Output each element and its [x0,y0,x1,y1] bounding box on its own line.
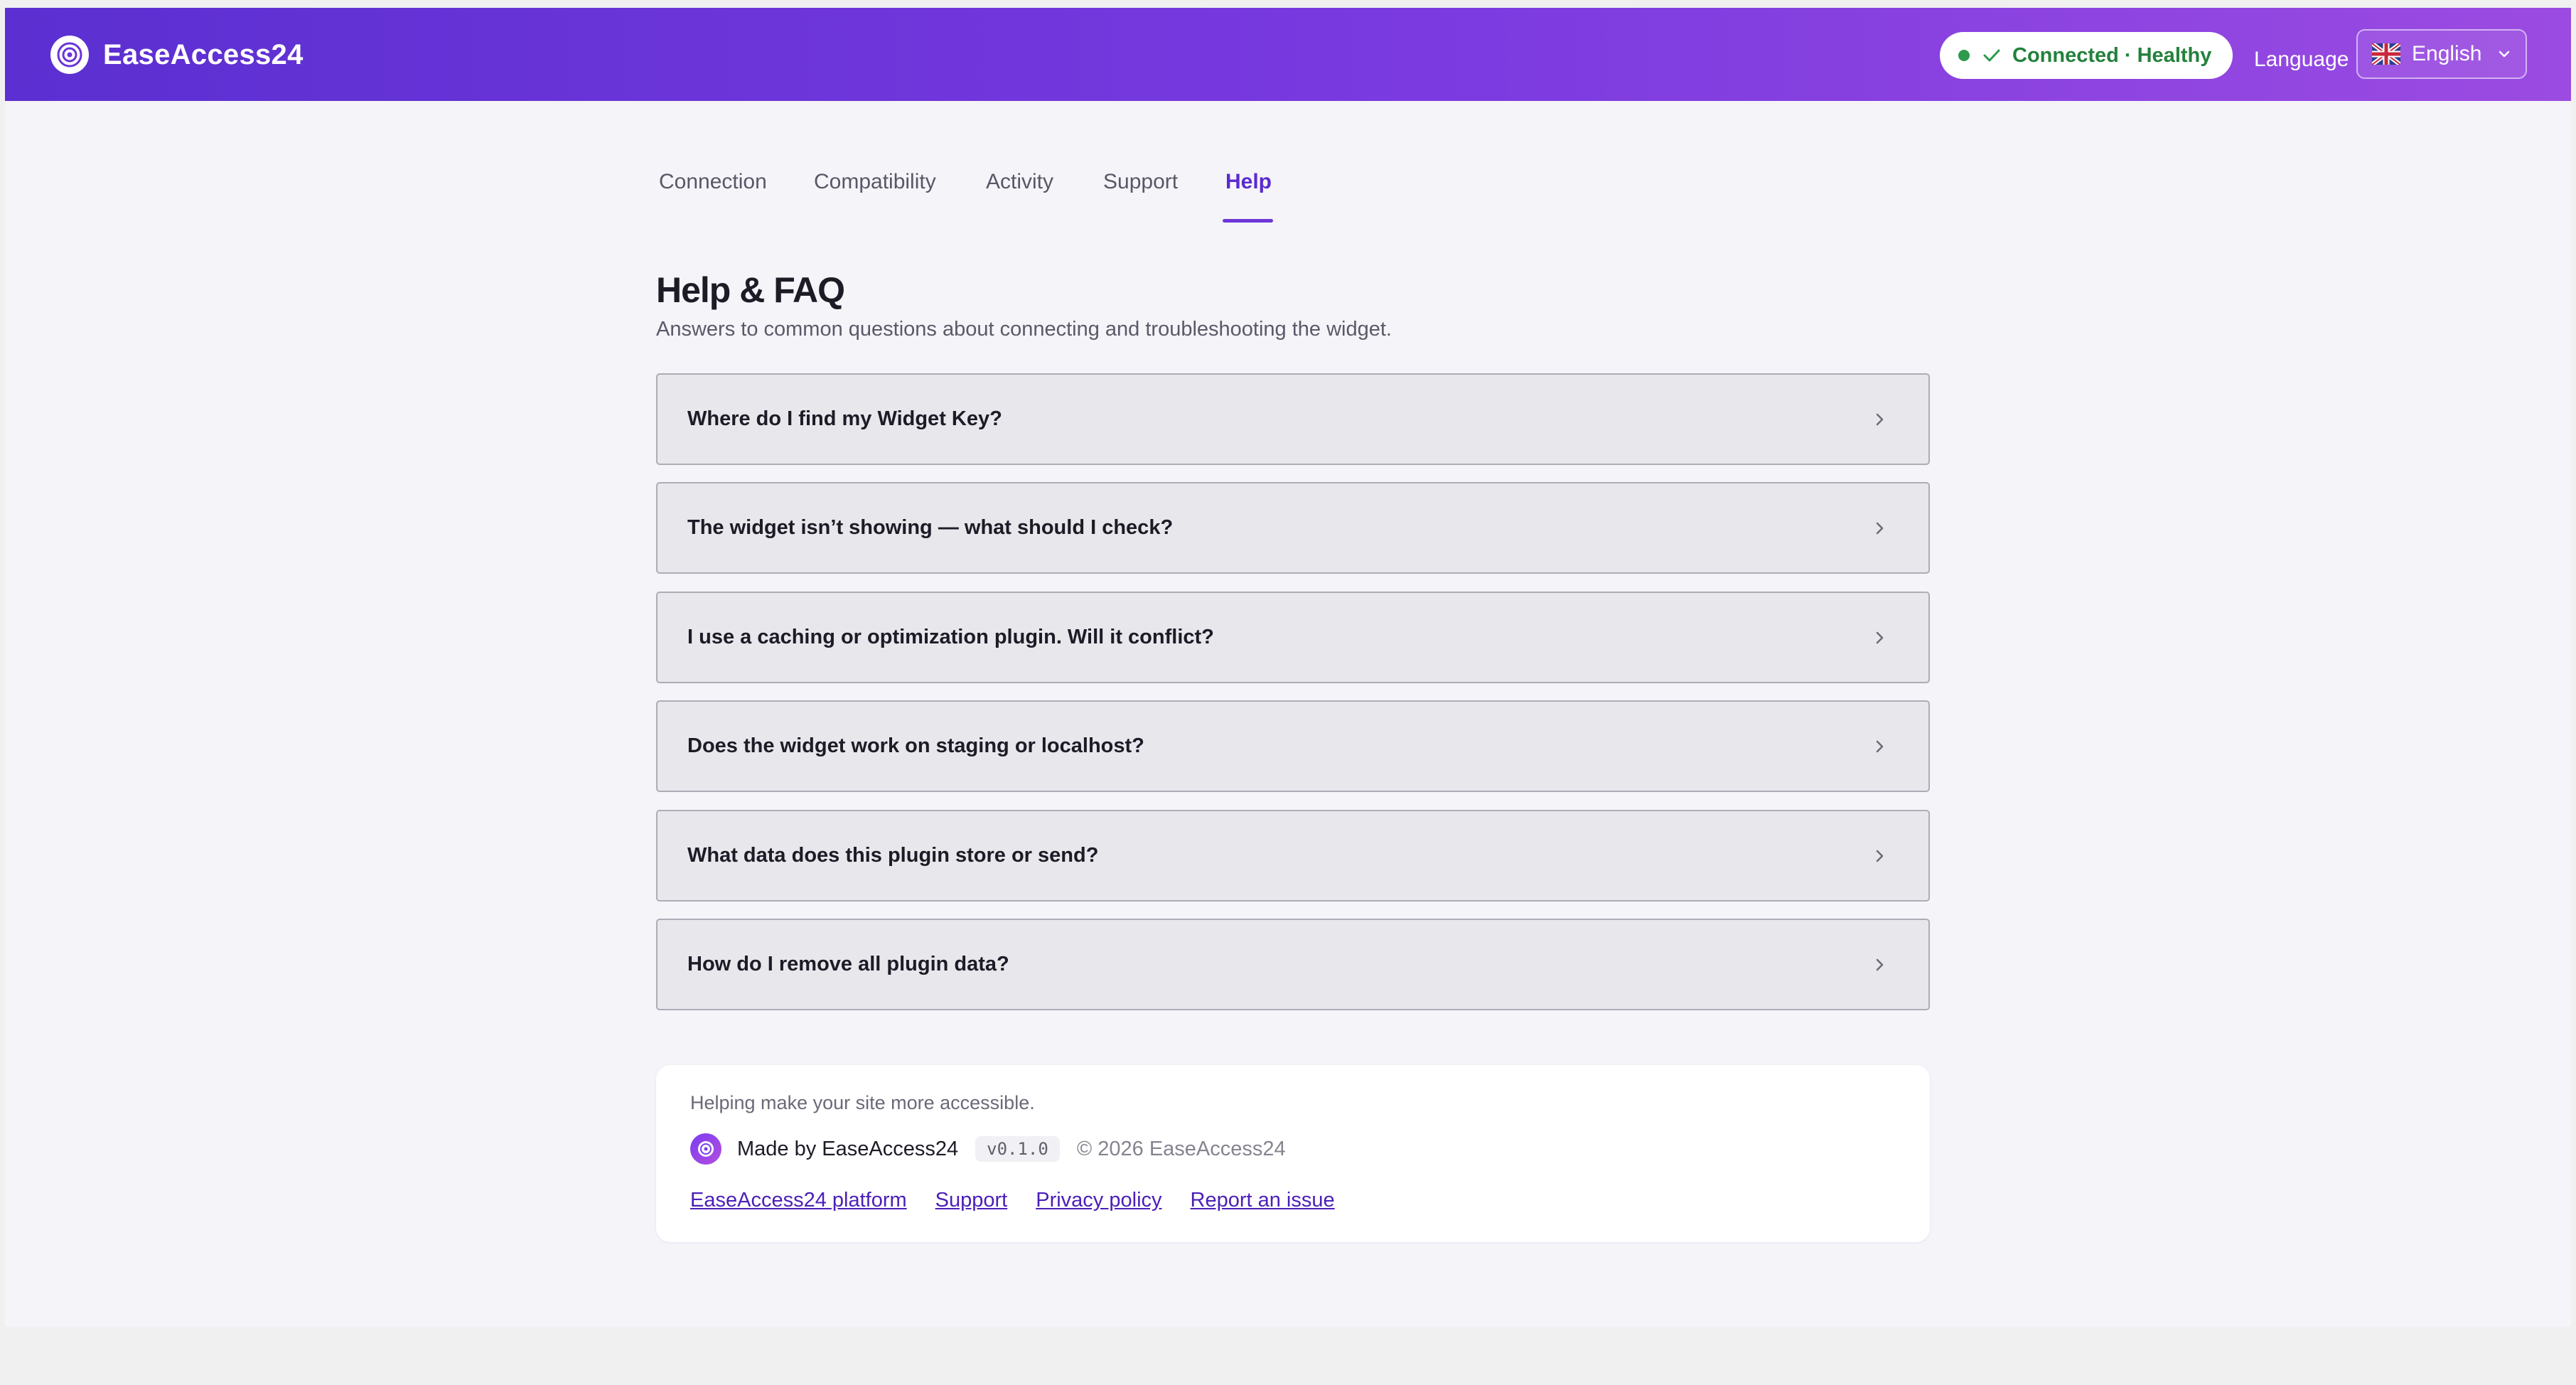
chevron-right-icon [1874,518,1886,538]
chevron-right-icon [1874,410,1886,429]
chevron-right-icon [1874,955,1886,975]
tab-activity[interactable]: Activity [986,170,1053,194]
language-label: Language [2254,48,2349,71]
tab-support[interactable]: Support [1103,170,1178,194]
uk-flag-icon [2372,43,2400,65]
chevron-right-icon [1874,628,1886,648]
faq-question: Does the widget work on staging or local… [687,734,1144,757]
made-by-text: Made by EaseAccess24 [737,1137,959,1160]
faq-question: Where do I find my Widget Key? [687,407,1002,430]
top-header: EaseAccess24 Connected · Healthy Languag… [5,8,2571,101]
faq-item-data-stored[interactable]: What data does this plugin store or send… [656,810,1930,902]
active-tab-indicator [1223,219,1273,223]
tab-help[interactable]: Help [1225,170,1272,194]
faq-item-remove-data[interactable]: How do I remove all plugin data? [656,919,1930,1010]
chevron-right-icon [1874,737,1886,756]
brand[interactable]: EaseAccess24 [50,33,304,76]
chevron-down-icon [2497,49,2511,59]
footer-card: Helping make your site more accessible. … [656,1065,1930,1242]
copyright-text: © 2026 EaseAccess24 [1076,1137,1286,1160]
check-icon [1982,48,2001,63]
faq-question: What data does this plugin store or send… [687,844,1099,867]
footer-made-by: Made by EaseAccess24 v0.1.0 © 2026 EaseA… [690,1133,1286,1165]
tab-compatibility[interactable]: Compatibility [814,170,936,194]
connection-status-badge: Connected · Healthy [1940,32,2233,79]
footer-tagline: Helping make your site more accessible. [690,1092,1035,1113]
brand-name: EaseAccess24 [103,38,304,70]
faq-item-staging-localhost[interactable]: Does the widget work on staging or local… [656,700,1930,792]
report-issue-link[interactable]: Report an issue [1191,1189,1335,1212]
faq-item-widget-not-showing[interactable]: The widget isn’t showing — what should I… [656,482,1930,574]
eye-logo-icon [50,36,89,74]
app-window: EaseAccess24 Connected · Healthy Languag… [5,8,2571,1327]
language-select[interactable]: English [2356,29,2527,79]
privacy-policy-link[interactable]: Privacy policy [1036,1189,1161,1212]
faq-item-caching-plugin[interactable]: I use a caching or optimization plugin. … [656,592,1930,683]
page-subtitle: Answers to common questions about connec… [656,318,1392,341]
language-value: English [2412,42,2482,65]
window-bottom-margin [0,1327,2576,1385]
page-title: Help & FAQ [656,270,845,310]
faq-question: I use a caching or optimization plugin. … [687,626,1214,648]
eye-logo-icon [690,1133,721,1165]
support-link[interactable]: Support [935,1189,1008,1212]
platform-link[interactable]: EaseAccess24 platform [690,1189,907,1212]
version-badge: v0.1.0 [975,1136,1060,1162]
chevron-right-icon [1874,846,1886,866]
faq-question: How do I remove all plugin data? [687,953,1009,975]
status-dot-icon [1958,50,1970,61]
tab-connection[interactable]: Connection [659,170,767,194]
faq-question: The widget isn’t showing — what should I… [687,516,1174,539]
faq-item-widget-key[interactable]: Where do I find my Widget Key? [656,373,1930,465]
status-text: Connected · Healthy [2012,43,2212,67]
footer-links: EaseAccess24 platform Support Privacy po… [690,1189,1363,1212]
